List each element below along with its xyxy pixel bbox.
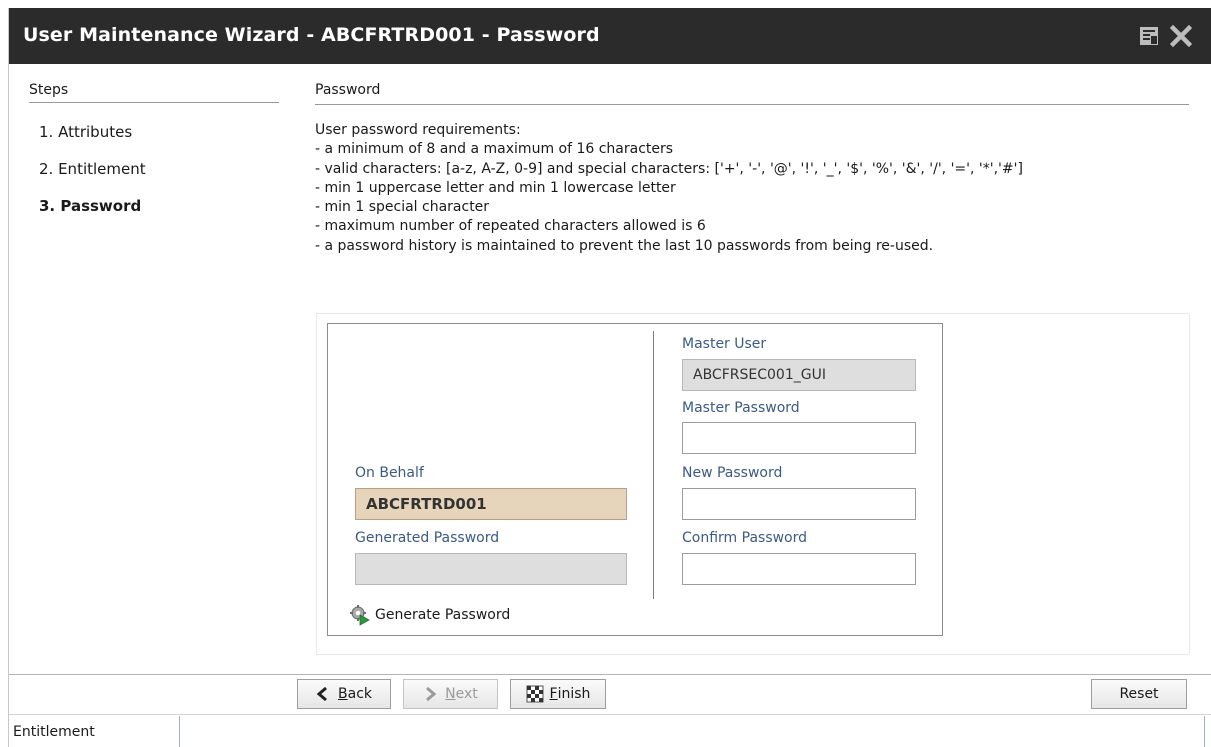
gear-play-icon bbox=[350, 605, 370, 626]
wizard-window: User Maintenance Wizard - ABCFRTRD001 - … bbox=[8, 8, 1211, 747]
next-label: ext bbox=[455, 686, 478, 702]
step-password[interactable]: 3. Password bbox=[39, 197, 141, 215]
confirm-password-label: Confirm Password bbox=[682, 530, 808, 546]
step-entitlement[interactable]: 2. Entitlement bbox=[39, 160, 146, 178]
requirement-line: - a minimum of 8 and a maximum of 16 cha… bbox=[315, 141, 674, 158]
next-label-accel: N bbox=[445, 686, 456, 702]
reset-button[interactable]: Reset bbox=[1091, 679, 1187, 709]
finish-label-accel: F bbox=[549, 686, 558, 702]
requirement-line: - valid characters: [a-z, A-Z, 0-9] and … bbox=[315, 160, 1023, 177]
requirement-line: User password requirements: bbox=[315, 122, 521, 138]
requirement-line: - min 1 special character bbox=[315, 199, 490, 216]
generate-password-button[interactable]: Generate Password bbox=[349, 603, 510, 627]
status-bar-divider bbox=[9, 714, 1211, 715]
requirement-line: - min 1 uppercase letter and min 1 lower… bbox=[315, 179, 676, 196]
generated-password-field[interactable] bbox=[355, 553, 627, 585]
requirement-line: - maximum number of repeated characters … bbox=[315, 218, 706, 235]
close-icon[interactable] bbox=[1169, 24, 1193, 48]
generated-password-label: Generated Password bbox=[355, 530, 500, 546]
master-password-label: Master Password bbox=[682, 400, 800, 416]
steps-heading: Steps bbox=[29, 82, 69, 98]
back-label: ack bbox=[347, 686, 372, 702]
new-password-input[interactable] bbox=[682, 488, 916, 520]
master-user-field[interactable]: ABCFRSEC001_GUI bbox=[682, 359, 916, 391]
checkered-flag-icon bbox=[526, 685, 544, 703]
finish-label: inish bbox=[557, 686, 591, 702]
restore-icon[interactable] bbox=[1138, 25, 1160, 47]
section-heading: Password bbox=[315, 82, 381, 98]
button-bar-divider bbox=[9, 674, 1211, 675]
section-divider bbox=[315, 104, 1189, 105]
step-attributes[interactable]: 1. Attributes bbox=[39, 123, 132, 141]
new-password-label: New Password bbox=[682, 465, 783, 481]
status-text: Entitlement bbox=[13, 724, 95, 740]
on-behalf-label: On Behalf bbox=[355, 465, 424, 481]
chevron-right-icon bbox=[426, 687, 437, 701]
next-button[interactable]: Next bbox=[403, 679, 498, 709]
finish-button[interactable]: Finish bbox=[510, 679, 606, 709]
requirement-line: - a password history is maintained to pr… bbox=[315, 237, 934, 254]
back-label-accel: B bbox=[338, 686, 348, 702]
on-behalf-field[interactable]: ABCFRTRD001 bbox=[355, 488, 627, 520]
back-button[interactable]: Back bbox=[297, 679, 391, 709]
status-separator bbox=[179, 716, 180, 747]
confirm-password-input[interactable] bbox=[682, 553, 916, 585]
window-title: User Maintenance Wizard - ABCFRTRD001 - … bbox=[23, 24, 600, 46]
form-divider bbox=[653, 331, 654, 599]
steps-divider bbox=[29, 102, 279, 103]
status-separator bbox=[1204, 716, 1205, 747]
generate-password-label: Generate Password bbox=[375, 607, 511, 623]
master-password-input[interactable] bbox=[682, 422, 916, 454]
title-bar: User Maintenance Wizard - ABCFRTRD001 - … bbox=[9, 8, 1211, 64]
master-user-label: Master User bbox=[682, 336, 767, 352]
password-requirements: User password requirements: - a minimum … bbox=[315, 121, 1195, 256]
chevron-left-icon bbox=[316, 687, 327, 701]
